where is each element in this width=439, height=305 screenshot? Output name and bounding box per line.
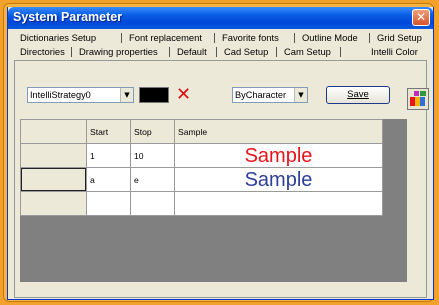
title-bar[interactable]: System Parameter ✕ xyxy=(8,7,433,29)
cell-sample[interactable] xyxy=(174,191,383,216)
table-header-row: Start Stop Sample xyxy=(20,119,383,144)
color-palette-graphic xyxy=(408,89,428,109)
tab-cad-setup[interactable]: Cad Setup xyxy=(224,46,268,57)
color-rules-grid[interactable]: Start Stop Sample 1 10 Sample a e Sample xyxy=(20,119,407,282)
corner-header[interactable] xyxy=(20,119,87,144)
cell-start[interactable]: a xyxy=(86,167,131,192)
tab-separator xyxy=(121,33,122,43)
tab-grid-setup[interactable]: Grid Setup xyxy=(377,32,422,43)
cell-stop[interactable]: e xyxy=(130,167,175,192)
chevron-down-icon[interactable]: ▼ xyxy=(294,88,307,102)
column-header-sample[interactable]: Sample xyxy=(174,119,383,144)
tab-separator xyxy=(294,33,295,43)
tab-row-1: Dictionaries Setup Font replacement Favo… xyxy=(14,30,430,44)
tab-separator xyxy=(340,47,341,57)
row-header-current[interactable] xyxy=(20,167,87,192)
tab-default[interactable]: Default xyxy=(177,46,207,57)
save-button[interactable]: Save xyxy=(326,86,390,104)
table-row[interactable]: a e Sample xyxy=(20,167,383,192)
cell-start[interactable]: 1 xyxy=(86,143,131,168)
cell-start[interactable] xyxy=(86,191,131,216)
mode-dropdown-value: ByCharacter xyxy=(235,90,287,100)
tab-favorite-fonts[interactable]: Favorite fonts xyxy=(222,32,279,43)
strategy-dropdown-value: IntelliStrategy0 xyxy=(30,90,91,100)
tab-separator xyxy=(169,47,170,57)
color-palette-icon[interactable] xyxy=(407,88,429,110)
window-title: System Parameter xyxy=(13,10,123,24)
tab-separator xyxy=(71,47,72,57)
cell-stop[interactable]: 10 xyxy=(130,143,175,168)
table-row[interactable] xyxy=(20,191,383,216)
row-header[interactable] xyxy=(20,143,87,168)
column-header-stop[interactable]: Stop xyxy=(130,119,175,144)
close-button[interactable]: ✕ xyxy=(412,9,430,26)
tab-strip: Dictionaries Setup Font replacement Favo… xyxy=(14,30,430,58)
tab-separator xyxy=(214,33,215,43)
system-parameter-window: System Parameter ✕ Dictionaries Setup Fo… xyxy=(7,7,434,300)
tab-row-2: Directories Drawing properties Default C… xyxy=(14,44,430,58)
cell-sample[interactable]: Sample xyxy=(174,167,383,192)
cell-stop[interactable] xyxy=(130,191,175,216)
chevron-down-icon[interactable]: ▼ xyxy=(120,88,133,102)
window-frame: System Parameter ✕ Dictionaries Setup Fo… xyxy=(3,3,434,302)
mode-dropdown[interactable]: ByCharacter ▼ xyxy=(232,87,308,103)
save-button-label: Save xyxy=(347,89,369,100)
color-rules-table: Start Stop Sample 1 10 Sample a e Sample xyxy=(20,119,383,216)
tab-separator xyxy=(216,47,217,57)
strategy-dropdown[interactable]: IntelliStrategy0 ▼ xyxy=(27,87,134,103)
tab-directories[interactable]: Directories xyxy=(20,46,65,57)
tab-intelli-color[interactable]: Intelli Color xyxy=(371,46,418,57)
tab-separator xyxy=(369,33,370,43)
column-header-start[interactable]: Start xyxy=(86,119,131,144)
tab-separator xyxy=(276,47,277,57)
color-swatch[interactable] xyxy=(139,87,169,103)
tab-outline-mode[interactable]: Outline Mode xyxy=(302,32,358,43)
table-row[interactable]: 1 10 Sample xyxy=(20,143,383,168)
tab-cam-setup[interactable]: Cam Setup xyxy=(284,46,331,57)
tab-dictionaries-setup[interactable]: Dictionaries Setup xyxy=(20,32,96,43)
tab-drawing-properties[interactable]: Drawing properties xyxy=(79,46,158,57)
delete-x-icon[interactable]: ✕ xyxy=(173,85,194,105)
row-header[interactable] xyxy=(20,191,87,216)
cell-sample[interactable]: Sample xyxy=(174,143,383,168)
tab-font-replacement[interactable]: Font replacement xyxy=(129,32,202,43)
